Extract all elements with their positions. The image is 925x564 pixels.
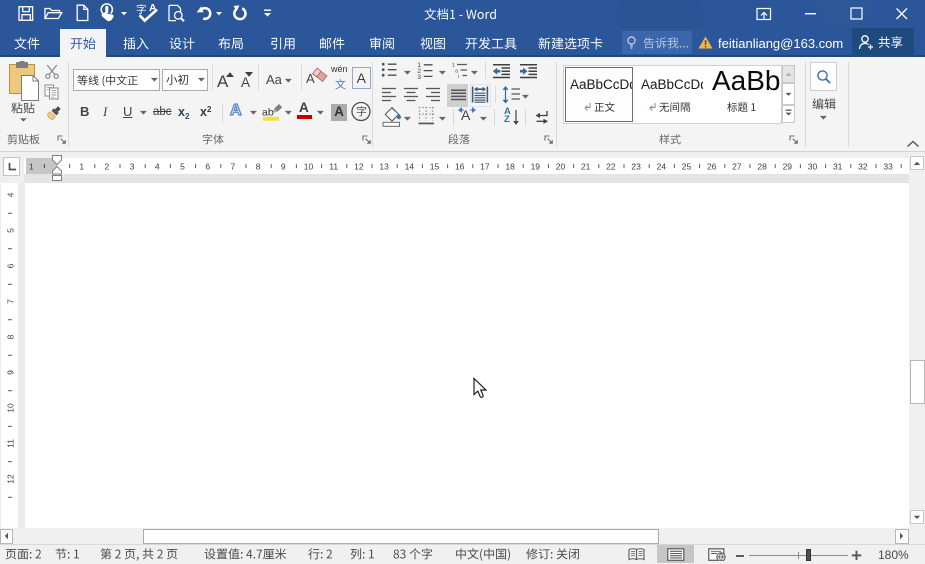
svg-text:12: 12 [6,474,16,484]
svg-text:11: 11 [6,439,16,448]
svg-text:9: 9 [281,162,286,172]
svg-text:6: 6 [205,162,210,172]
svg-text:14: 14 [405,162,415,172]
svg-text:21: 21 [581,162,591,172]
svg-text:15: 15 [430,162,440,172]
svg-text:1: 1 [29,162,34,172]
svg-text:25: 25 [682,162,692,172]
svg-text:27: 27 [732,162,742,172]
svg-text:5: 5 [6,228,16,233]
svg-text:20: 20 [556,162,566,172]
svg-text:13: 13 [379,162,389,172]
svg-text:5: 5 [180,162,185,172]
svg-text:32: 32 [858,162,868,172]
svg-text:33: 33 [883,162,893,172]
svg-text:9: 9 [6,370,16,375]
svg-text:8: 8 [6,334,16,339]
svg-text:16: 16 [455,162,465,172]
svg-text:29: 29 [783,162,793,172]
svg-text:24: 24 [657,162,667,172]
svg-text:2: 2 [105,162,110,172]
svg-text:10: 10 [6,403,16,413]
svg-text:19: 19 [531,162,541,172]
svg-text:31: 31 [833,162,843,172]
svg-text:30: 30 [808,162,818,172]
svg-text:11: 11 [329,162,338,172]
svg-text:12: 12 [354,162,364,172]
svg-text:10: 10 [304,162,314,172]
svg-text:18: 18 [505,162,515,172]
svg-text:i: i [458,74,459,79]
svg-text:8: 8 [256,162,261,172]
svg-text:4: 4 [6,192,16,197]
svg-text:3: 3 [417,74,421,81]
svg-text:28: 28 [757,162,767,172]
svg-text:23: 23 [631,162,641,172]
svg-text:ab: ab [262,107,274,119]
svg-text:26: 26 [707,162,717,172]
svg-text:7: 7 [231,162,236,172]
svg-text:4: 4 [155,162,160,172]
svg-text:1: 1 [79,162,84,172]
svg-text:3: 3 [130,162,135,172]
svg-text:6: 6 [6,263,16,268]
svg-text:22: 22 [606,162,616,172]
svg-text:17: 17 [480,162,490,172]
svg-text:7: 7 [6,299,16,304]
